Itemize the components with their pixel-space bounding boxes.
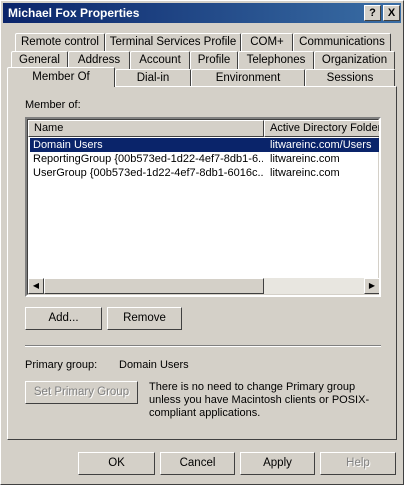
close-icon[interactable]: X [383,5,400,21]
row-folder: litwareinc.com [270,167,340,179]
help-icon[interactable]: ? [364,5,381,21]
tab-remote-control[interactable]: Remote control [15,33,105,51]
primary-group-value: Domain Users [119,359,189,371]
title-bar[interactable]: Michael Fox Properties ? X [3,3,401,23]
list-row-domain-users[interactable]: Domain Users litwareinc.com/Users [30,138,379,152]
set-primary-group-button[interactable]: Set Primary Group [25,381,138,404]
column-header-folder[interactable]: Active Directory Folder [264,120,379,137]
member-of-label: Member of: [25,99,81,111]
column-header-name[interactable]: Name [28,120,264,137]
horizontal-scrollbar[interactable]: ◀ ▶ [28,278,379,294]
row-folder: litwareinc.com [270,153,340,165]
tab-terminal-services-profile[interactable]: Terminal Services Profile [105,33,241,51]
row-folder: litwareinc.com/Users [270,139,372,151]
tab-dial-in[interactable]: Dial-in [115,69,191,87]
separator [25,345,381,347]
add-button[interactable]: Add... [25,307,102,330]
scroll-left-icon[interactable]: ◀ [28,278,44,294]
tab-sessions[interactable]: Sessions [305,69,395,87]
row-name: UserGroup {00b573ed-1d22-4ef7-8db1-6016c… [33,167,263,179]
tab-environment[interactable]: Environment [191,69,305,87]
apply-button[interactable]: Apply [240,452,315,475]
help-button[interactable]: Help [320,452,396,475]
scroll-right-icon[interactable]: ▶ [364,278,379,294]
tab-account[interactable]: Account [130,51,190,69]
tab-communications[interactable]: Communications [293,33,391,51]
row-name: Domain Users [33,139,103,151]
row-name: ReportingGroup {00b573ed-1d22-4ef7-8db1-… [33,153,263,165]
cancel-button[interactable]: Cancel [160,452,235,475]
ok-button[interactable]: OK [78,452,155,475]
tab-com-plus[interactable]: COM+ [241,33,293,51]
tab-telephones[interactable]: Telephones [238,51,314,69]
properties-dialog: Michael Fox Properties ? X Remote contro… [0,0,404,485]
tab-member-of[interactable]: Member Of [7,67,115,87]
remove-button[interactable]: Remove [107,307,182,330]
list-row-user-group[interactable]: UserGroup {00b573ed-1d22-4ef7-8db1-6016c… [30,166,379,180]
primary-group-label: Primary group: [25,359,98,371]
member-of-list[interactable]: Name Active Directory Folder Domain User… [25,117,381,297]
window-title: Michael Fox Properties [8,6,140,20]
primary-group-note: There is no need to change Primary group… [149,381,370,419]
scroll-thumb[interactable] [44,278,264,294]
list-row-reporting-group[interactable]: ReportingGroup {00b573ed-1d22-4ef7-8db1-… [30,152,379,166]
tab-organization[interactable]: Organization [314,51,395,69]
tab-profile[interactable]: Profile [190,51,238,69]
